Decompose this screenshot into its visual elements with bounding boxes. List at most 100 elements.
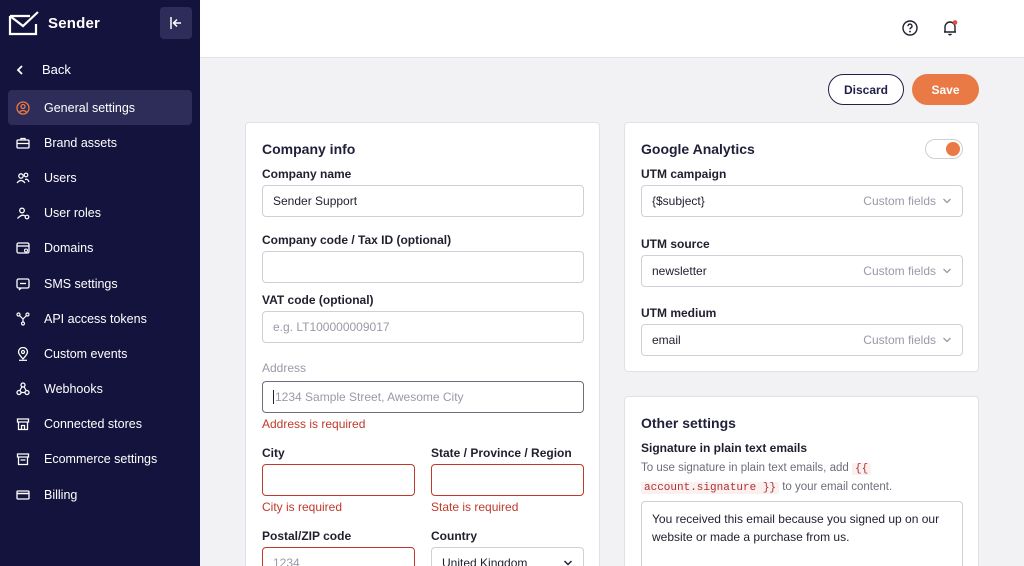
google-analytics-card: Google Analytics UTM campaign {$subject}… — [624, 122, 979, 372]
utm-source-value: newsletter — [652, 264, 707, 278]
vat-code-input[interactable]: e.g. LT100000009017 — [262, 311, 584, 343]
other-settings-card: Other settings Signature in plain text e… — [624, 396, 979, 566]
help-suffix: to your email content. — [782, 481, 893, 493]
other-settings-title: Other settings — [641, 415, 736, 431]
back-link[interactable]: Back — [16, 62, 71, 77]
collapse-sidebar-button[interactable] — [160, 7, 192, 39]
address-input[interactable]: 1234 Sample Street, Awesome City — [262, 381, 584, 413]
envelope-logo-icon — [8, 11, 39, 36]
sidebar-item-connected-stores[interactable]: Connected stores — [8, 407, 192, 442]
sidebar-item-sms-settings[interactable]: SMS settings — [8, 266, 192, 301]
sidebar-item-label: Ecommerce settings — [44, 452, 158, 467]
city-input[interactable] — [262, 464, 415, 496]
utm-medium-value: email — [652, 333, 681, 347]
sidebar: Sender Back General settings Brand asset… — [0, 0, 200, 566]
utm-campaign-input[interactable]: {$subject} Custom fields — [641, 185, 963, 217]
help-code: account.signature }} — [641, 482, 780, 494]
briefcase-icon — [16, 137, 30, 149]
sidebar-item-label: API access tokens — [44, 311, 147, 326]
location-pin-icon — [17, 346, 29, 361]
company-code-label: Company code / Tax ID (optional) — [262, 233, 452, 247]
discard-button[interactable]: Discard — [828, 74, 904, 105]
store-icon — [16, 418, 30, 431]
utm-source-input[interactable]: newsletter Custom fields — [641, 255, 963, 287]
help-prefix: To use signature in plain text emails, a… — [641, 462, 849, 474]
logo-text: Sender — [48, 14, 101, 32]
user-circle-icon — [16, 100, 30, 115]
webhook-icon — [16, 382, 30, 396]
sidebar-item-ecommerce-settings[interactable]: Ecommerce settings — [8, 442, 192, 477]
logo[interactable]: Sender — [8, 10, 100, 36]
address-error: Address is required — [262, 417, 366, 431]
user-roles-icon — [17, 207, 30, 220]
state-input[interactable] — [431, 464, 584, 496]
sidebar-item-domains[interactable]: Domains — [8, 231, 192, 266]
utm-campaign-value: {$subject} — [652, 194, 705, 208]
state-label: State / Province / Region — [431, 446, 572, 460]
back-label: Back — [42, 62, 71, 77]
company-code-input[interactable] — [262, 251, 584, 283]
sidebar-item-label: Connected stores — [44, 417, 142, 432]
api-icon — [16, 312, 30, 326]
state-error: State is required — [431, 500, 519, 514]
city-error: City is required — [262, 500, 343, 514]
sidebar-item-label: Domains — [44, 241, 94, 256]
help-code: {{ — [851, 463, 872, 475]
custom-fields-dropdown[interactable]: Custom fields — [863, 186, 936, 216]
sidebar-item-webhooks[interactable]: Webhooks — [8, 372, 192, 407]
sms-icon — [16, 277, 30, 290]
settings-nav: General settings Brand assets Users User… — [8, 90, 192, 512]
save-button[interactable]: Save — [912, 74, 979, 105]
sidebar-item-users[interactable]: Users — [8, 160, 192, 195]
sidebar-item-label: Billing — [44, 487, 78, 502]
domains-icon — [16, 242, 30, 254]
sidebar-item-label: Custom events — [44, 346, 128, 361]
sidebar-item-general-settings[interactable]: General settings — [8, 90, 192, 126]
sidebar-item-api-access-tokens[interactable]: API access tokens — [8, 301, 192, 336]
toggle-knob — [946, 142, 960, 156]
country-value: United Kingdom — [442, 556, 528, 566]
country-label: Country — [431, 529, 477, 543]
signature-help-text: To use signature in plain text emails, a… — [641, 459, 963, 497]
chevron-left-icon — [16, 64, 23, 75]
chevron-down-icon[interactable] — [942, 266, 952, 276]
chevron-down-icon — [564, 560, 572, 566]
address-placeholder: 1234 Sample Street, Awesome City — [275, 390, 464, 404]
billing-icon — [16, 490, 30, 500]
utm-source-label: UTM source — [641, 237, 710, 251]
sidebar-item-label: General settings — [44, 100, 136, 115]
company-name-input[interactable]: Sender Support — [262, 185, 584, 217]
signature-label: Signature in plain text emails — [641, 441, 808, 455]
custom-fields-dropdown[interactable]: Custom fields — [863, 325, 936, 355]
sidebar-item-custom-events[interactable]: Custom events — [8, 336, 192, 371]
signature-textarea[interactable]: You received this email because you sign… — [641, 501, 963, 566]
utm-medium-input[interactable]: email Custom fields — [641, 324, 963, 356]
utm-medium-label: UTM medium — [641, 306, 717, 320]
chevron-down-icon[interactable] — [942, 335, 952, 345]
users-icon — [16, 172, 30, 184]
utm-campaign-label: UTM campaign — [641, 167, 727, 181]
custom-fields-dropdown[interactable]: Custom fields — [863, 256, 936, 286]
google-analytics-title: Google Analytics — [641, 141, 755, 157]
chevron-down-icon[interactable] — [942, 196, 952, 206]
help-icon[interactable] — [902, 20, 918, 36]
sidebar-item-label: Users — [44, 170, 77, 185]
sidebar-item-billing[interactable]: Billing — [8, 477, 192, 512]
sidebar-item-label: Brand assets — [44, 135, 117, 150]
sidebar-item-label: User roles — [44, 206, 101, 221]
zip-input[interactable]: 1234 — [262, 547, 415, 566]
vat-code-label: VAT code (optional) — [262, 293, 374, 307]
sidebar-item-user-roles[interactable]: User roles — [8, 196, 192, 231]
country-select[interactable]: United Kingdom — [431, 547, 584, 566]
collapse-left-icon — [170, 17, 181, 29]
city-label: City — [262, 446, 285, 460]
text-cursor — [273, 390, 274, 404]
sidebar-item-label: Webhooks — [44, 382, 103, 397]
sidebar-item-brand-assets[interactable]: Brand assets — [8, 125, 192, 160]
google-analytics-toggle[interactable] — [925, 139, 963, 159]
company-name-label: Company name — [262, 167, 352, 181]
address-label: Address — [262, 361, 307, 375]
bell-icon[interactable] — [941, 19, 959, 37]
sidebar-item-label: SMS settings — [44, 276, 118, 291]
company-info-title: Company info — [262, 141, 356, 157]
